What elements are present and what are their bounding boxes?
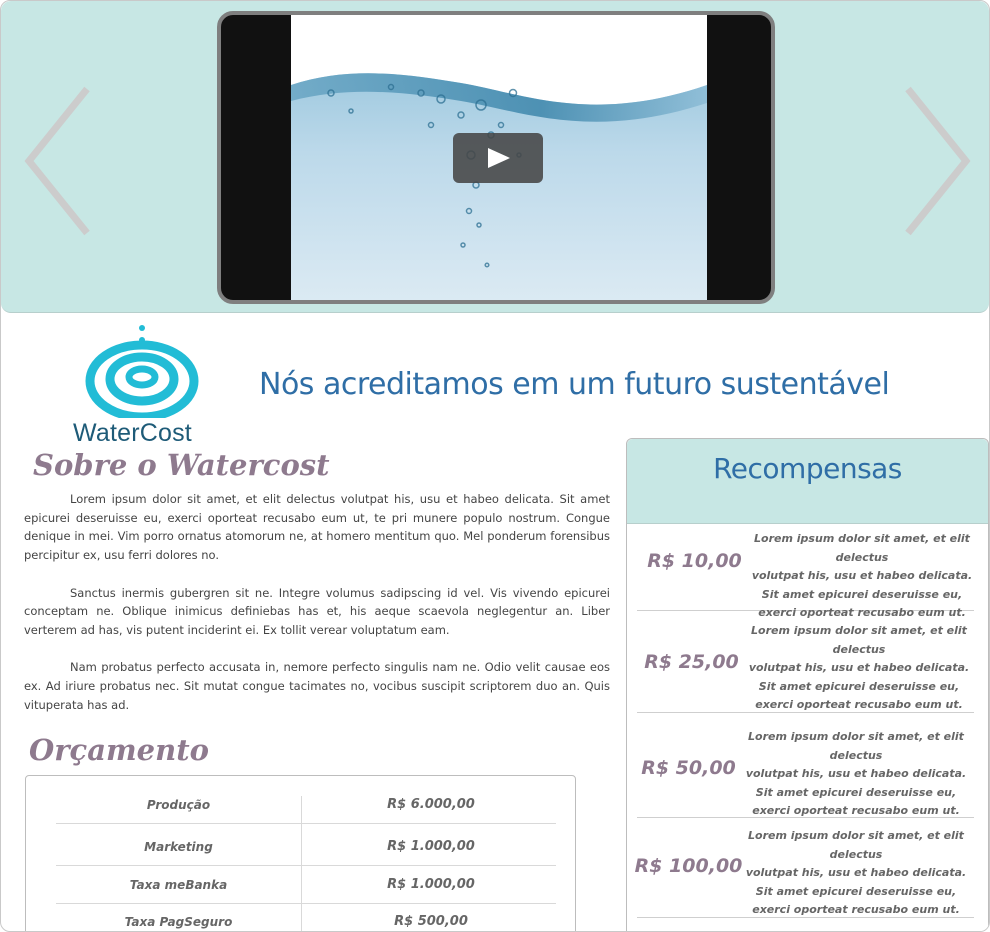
reward-description: Lorem ipsum dolor sit amet, et elit dele…: [737, 530, 987, 623]
reward-line: volutpat his, usu et habeo delicata.: [745, 767, 967, 780]
about-paragraph: Sanctus inermis gubergren sit ne. Integr…: [24, 585, 610, 637]
budget-label: Produção: [146, 798, 211, 812]
reward-line: exerci oporteat recusabo eum ut.: [755, 698, 963, 711]
reward-price: R$ 10,00: [647, 550, 742, 572]
play-icon[interactable]: [453, 133, 543, 183]
table-row: Taxa PagSeguro R$ 500,00: [56, 904, 556, 931]
reward-line: Lorem ipsum dolor sit amet, et elit dele…: [748, 829, 964, 861]
reward-line: Sit amet epicurei deseruisse eu,: [758, 679, 960, 693]
rewards-panel: Recompensas R$ 10,00 Lorem ipsum dolor s…: [626, 438, 989, 931]
budget-table: Produção R$ 6.000,00 Marketing R$ 1.000,…: [25, 775, 576, 931]
video-carousel: [1, 1, 989, 313]
water-ripple-icon: [85, 325, 199, 418]
reward-line: Sit amet epicurei deseruisse eu,: [755, 884, 957, 898]
budget-value: R$ 1.000,00: [387, 839, 475, 854]
reward-item[interactable]: R$ 100,00 Lorem ipsum dolor sit amet, et…: [635, 818, 974, 918]
phone-video-frame: [217, 11, 775, 304]
reward-price: R$ 50,00: [641, 757, 736, 779]
reward-line: Lorem ipsum dolor sit amet, et elit dele…: [748, 730, 964, 762]
reward-item[interactable]: R$ 50,00 Lorem ipsum dolor sit amet, et …: [637, 713, 974, 818]
reward-line: Sit amet epicurei deseruisse eu,: [755, 785, 957, 799]
about-text: Lorem ipsum dolor sit amet, et elit dele…: [24, 490, 610, 733]
budget-title: Orçamento: [29, 733, 209, 767]
reward-price: R$ 25,00: [644, 651, 739, 673]
reward-line: exerci oporteat recusabo eum ut.: [752, 903, 960, 916]
watercost-logo[interactable]: WaterCost: [71, 323, 216, 451]
budget-value: R$ 6.000,00: [387, 797, 475, 812]
budget-value: R$ 500,00: [394, 914, 468, 929]
chevron-right-icon[interactable]: [896, 81, 976, 241]
table-row: Marketing R$ 1.000,00: [56, 824, 556, 866]
about-title: Sobre o Watercost: [33, 448, 330, 482]
budget-value: R$ 1.000,00: [387, 877, 475, 892]
reward-line: volutpat his, usu et habeo delicata.: [748, 661, 970, 674]
reward-description: Lorem ipsum dolor sit amet, et elit dele…: [731, 827, 981, 920]
chevron-left-icon[interactable]: [19, 81, 99, 241]
budget-label: Taxa meBanka: [129, 878, 228, 892]
logo-name: WaterCost: [73, 419, 192, 447]
table-row: Produção R$ 6.000,00: [56, 784, 556, 824]
tagline: Nós acreditamos em um futuro sustentável: [259, 367, 890, 402]
page-frame: WaterCost Nós acreditamos em um futuro s…: [0, 0, 990, 932]
budget-label: Marketing: [144, 840, 213, 854]
reward-description: Lorem ipsum dolor sit amet, et elit dele…: [731, 728, 981, 821]
reward-description: Lorem ipsum dolor sit amet, et elit dele…: [734, 622, 984, 715]
reward-line: volutpat his, usu et habeo delicata.: [751, 569, 973, 582]
budget-label: Taxa PagSeguro: [124, 915, 233, 929]
rewards-header: Recompensas: [627, 439, 988, 524]
about-paragraph: Nam probatus perfecto accusata in, nemor…: [24, 660, 610, 712]
reward-price: R$ 100,00: [634, 855, 743, 877]
reward-item[interactable]: R$ 25,00 Lorem ipsum dolor sit amet, et …: [637, 611, 974, 713]
reward-line: volutpat his, usu et habeo delicata.: [745, 866, 967, 879]
video-screen[interactable]: [291, 15, 707, 300]
reward-item[interactable]: R$ 10,00 Lorem ipsum dolor sit amet, et …: [637, 526, 974, 619]
about-paragraph: Lorem ipsum dolor sit amet, et elit dele…: [24, 492, 610, 563]
reward-line: Sit amet epicurei deseruisse eu,: [761, 587, 963, 601]
reward-line: Lorem ipsum dolor sit amet, et elit dele…: [754, 532, 970, 564]
reward-line: Lorem ipsum dolor sit amet, et elit dele…: [751, 624, 967, 656]
table-row: Taxa meBanka R$ 1.000,00: [56, 866, 556, 904]
rewards-title: Recompensas: [713, 452, 902, 485]
